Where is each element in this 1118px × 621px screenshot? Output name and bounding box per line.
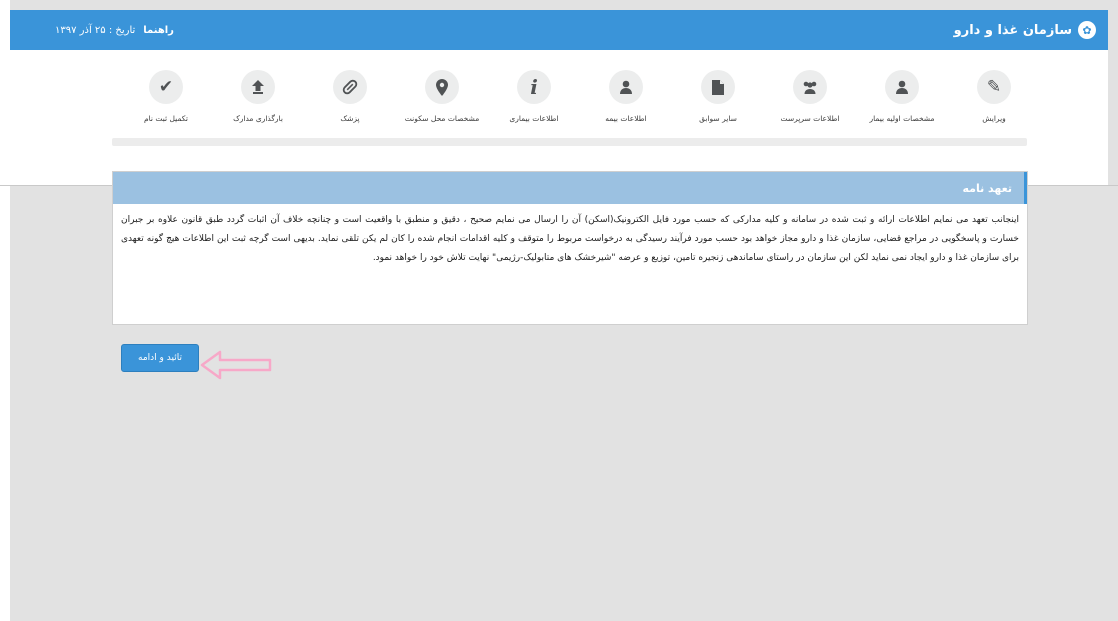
step-edit[interactable]: ✎ ویرایش [948,70,1040,180]
help-link[interactable]: راهنما [143,25,174,36]
top-bar: ✿ سازمان غذا و دارو راهنما تاریخ : ۲۵ آذ… [10,10,1108,50]
step-label: پزشک [340,114,360,123]
pill-icon [333,70,367,104]
left-frame [0,0,10,621]
pencil-icon: ✎ [977,70,1011,104]
step-label: اطلاعات بیماری [509,114,559,123]
info-icon: i [517,70,551,104]
step-label: مشخصات محل سکونت [404,114,480,123]
step-label: ویرایش [982,114,1006,123]
step-label: تکمیل ثبت نام [144,114,189,123]
date-text: تاریخ : ۲۵ آذر ۱۳۹۷ [55,24,136,36]
checkmark-icon: ✔ [149,70,183,104]
card-title: تعهد نامه [113,172,1027,204]
brand[interactable]: ✿ سازمان غذا و دارو [954,10,1096,50]
step-patient-info[interactable]: مشخصات اولیه بیمار [856,70,948,180]
users-icon [793,70,827,104]
step-upload-documents[interactable]: بارگذاری مدارک [212,70,304,180]
confirm-continue-button[interactable]: تائید و ادامه [121,344,199,372]
user-icon [609,70,643,104]
step-other-history[interactable]: سایر سوابق [672,70,764,180]
step-complete-registration[interactable]: ✔ تکمیل ثبت نام [120,70,212,180]
brand-name: سازمان غذا و دارو [953,22,1072,38]
step-disease-info[interactable]: i اطلاعات بیماری [488,70,580,180]
pointer-arrow-icon [200,350,272,380]
step-guardian-info[interactable]: اطلاعات سرپرست [764,70,856,180]
commitment-card: تعهد نامه اینجانب تعهد می نمایم اطلاعات … [112,171,1028,325]
step-insurance-info[interactable]: اطلاعات بیمه [580,70,672,180]
step-label: اطلاعات سرپرست [780,114,840,123]
progress-bar [112,138,1027,146]
topbar-meta: راهنما تاریخ : ۲۵ آذر ۱۳۹۷ [55,10,174,50]
user-icon [885,70,919,104]
upload-icon [241,70,275,104]
step-residence-info[interactable]: مشخصات محل سکونت [396,70,488,180]
step-label: اطلاعات بیمه [605,114,647,123]
fda-logo-icon: ✿ [1078,21,1096,39]
step-label: مشخصات اولیه بیمار [869,114,935,123]
step-label: بارگذاری مدارک [233,114,283,123]
commitment-text: اینجانب تعهد می نمایم اطلاعات ارائه و ثب… [121,215,1019,263]
step-label: سایر سوابق [699,114,737,123]
wizard-steps: ✎ ویرایش مشخصات اولیه بیمار اطلاعات سرپر… [120,70,1040,180]
wizard-header: ✎ ویرایش مشخصات اولیه بیمار اطلاعات سرپر… [10,50,1108,186]
map-marker-icon [425,70,459,104]
step-doctor[interactable]: پزشک [304,70,396,180]
file-icon [701,70,735,104]
